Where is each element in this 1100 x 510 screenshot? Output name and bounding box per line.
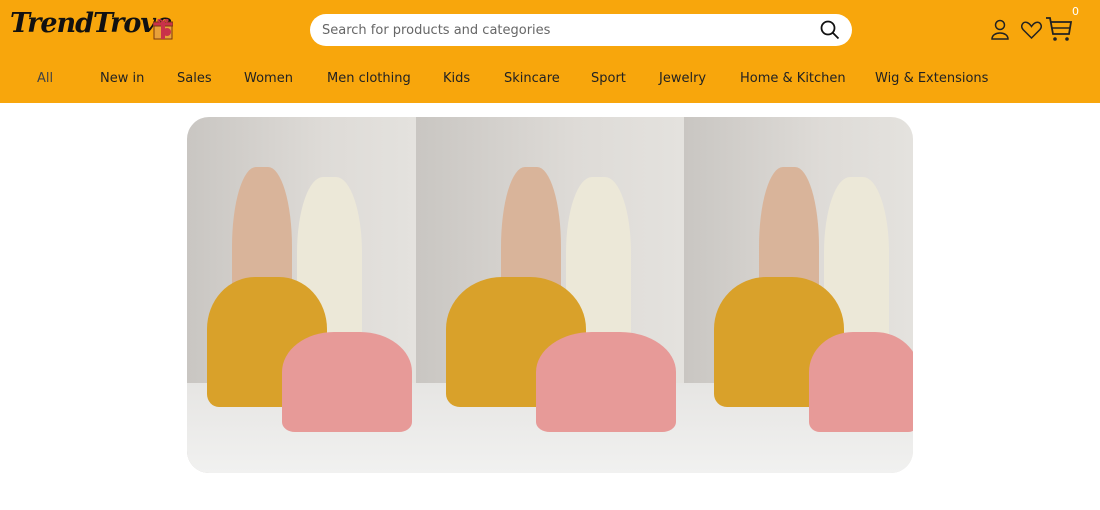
search-bar bbox=[310, 14, 852, 46]
nav-wig-extensions[interactable]: Wig & Extensions bbox=[875, 71, 988, 86]
nav-new-in[interactable]: New in bbox=[100, 71, 144, 86]
nav-men-clothing[interactable]: Men clothing bbox=[327, 71, 411, 86]
header: TrendTrove 0 All New in Sales Women Men … bbox=[0, 0, 1100, 103]
nav-skincare[interactable]: Skincare bbox=[504, 71, 560, 86]
gift-icon bbox=[153, 18, 173, 40]
category-nav: All New in Sales Women Men clothing Kids… bbox=[0, 71, 1100, 89]
nav-women[interactable]: Women bbox=[244, 71, 293, 86]
nav-home-kitchen[interactable]: Home & Kitchen bbox=[740, 71, 846, 86]
search-icon[interactable] bbox=[820, 20, 840, 40]
hero-image-panel bbox=[684, 117, 913, 473]
user-icon[interactable] bbox=[990, 19, 1010, 41]
cart-icon[interactable] bbox=[1045, 16, 1073, 42]
nav-jewelry[interactable]: Jewelry bbox=[659, 71, 706, 86]
logo[interactable]: TrendTrove bbox=[10, 8, 172, 39]
nav-kids[interactable]: Kids bbox=[443, 71, 470, 86]
nav-all[interactable]: All bbox=[37, 71, 53, 86]
search-input[interactable] bbox=[322, 22, 820, 38]
cart-count-badge: 0 bbox=[1072, 5, 1079, 18]
nav-sales[interactable]: Sales bbox=[177, 71, 212, 86]
heart-icon[interactable] bbox=[1021, 21, 1042, 39]
hero-image-panel bbox=[187, 117, 416, 473]
hero-image-panel bbox=[416, 117, 684, 473]
nav-sport[interactable]: Sport bbox=[591, 71, 626, 86]
hero-banner[interactable] bbox=[187, 117, 913, 473]
